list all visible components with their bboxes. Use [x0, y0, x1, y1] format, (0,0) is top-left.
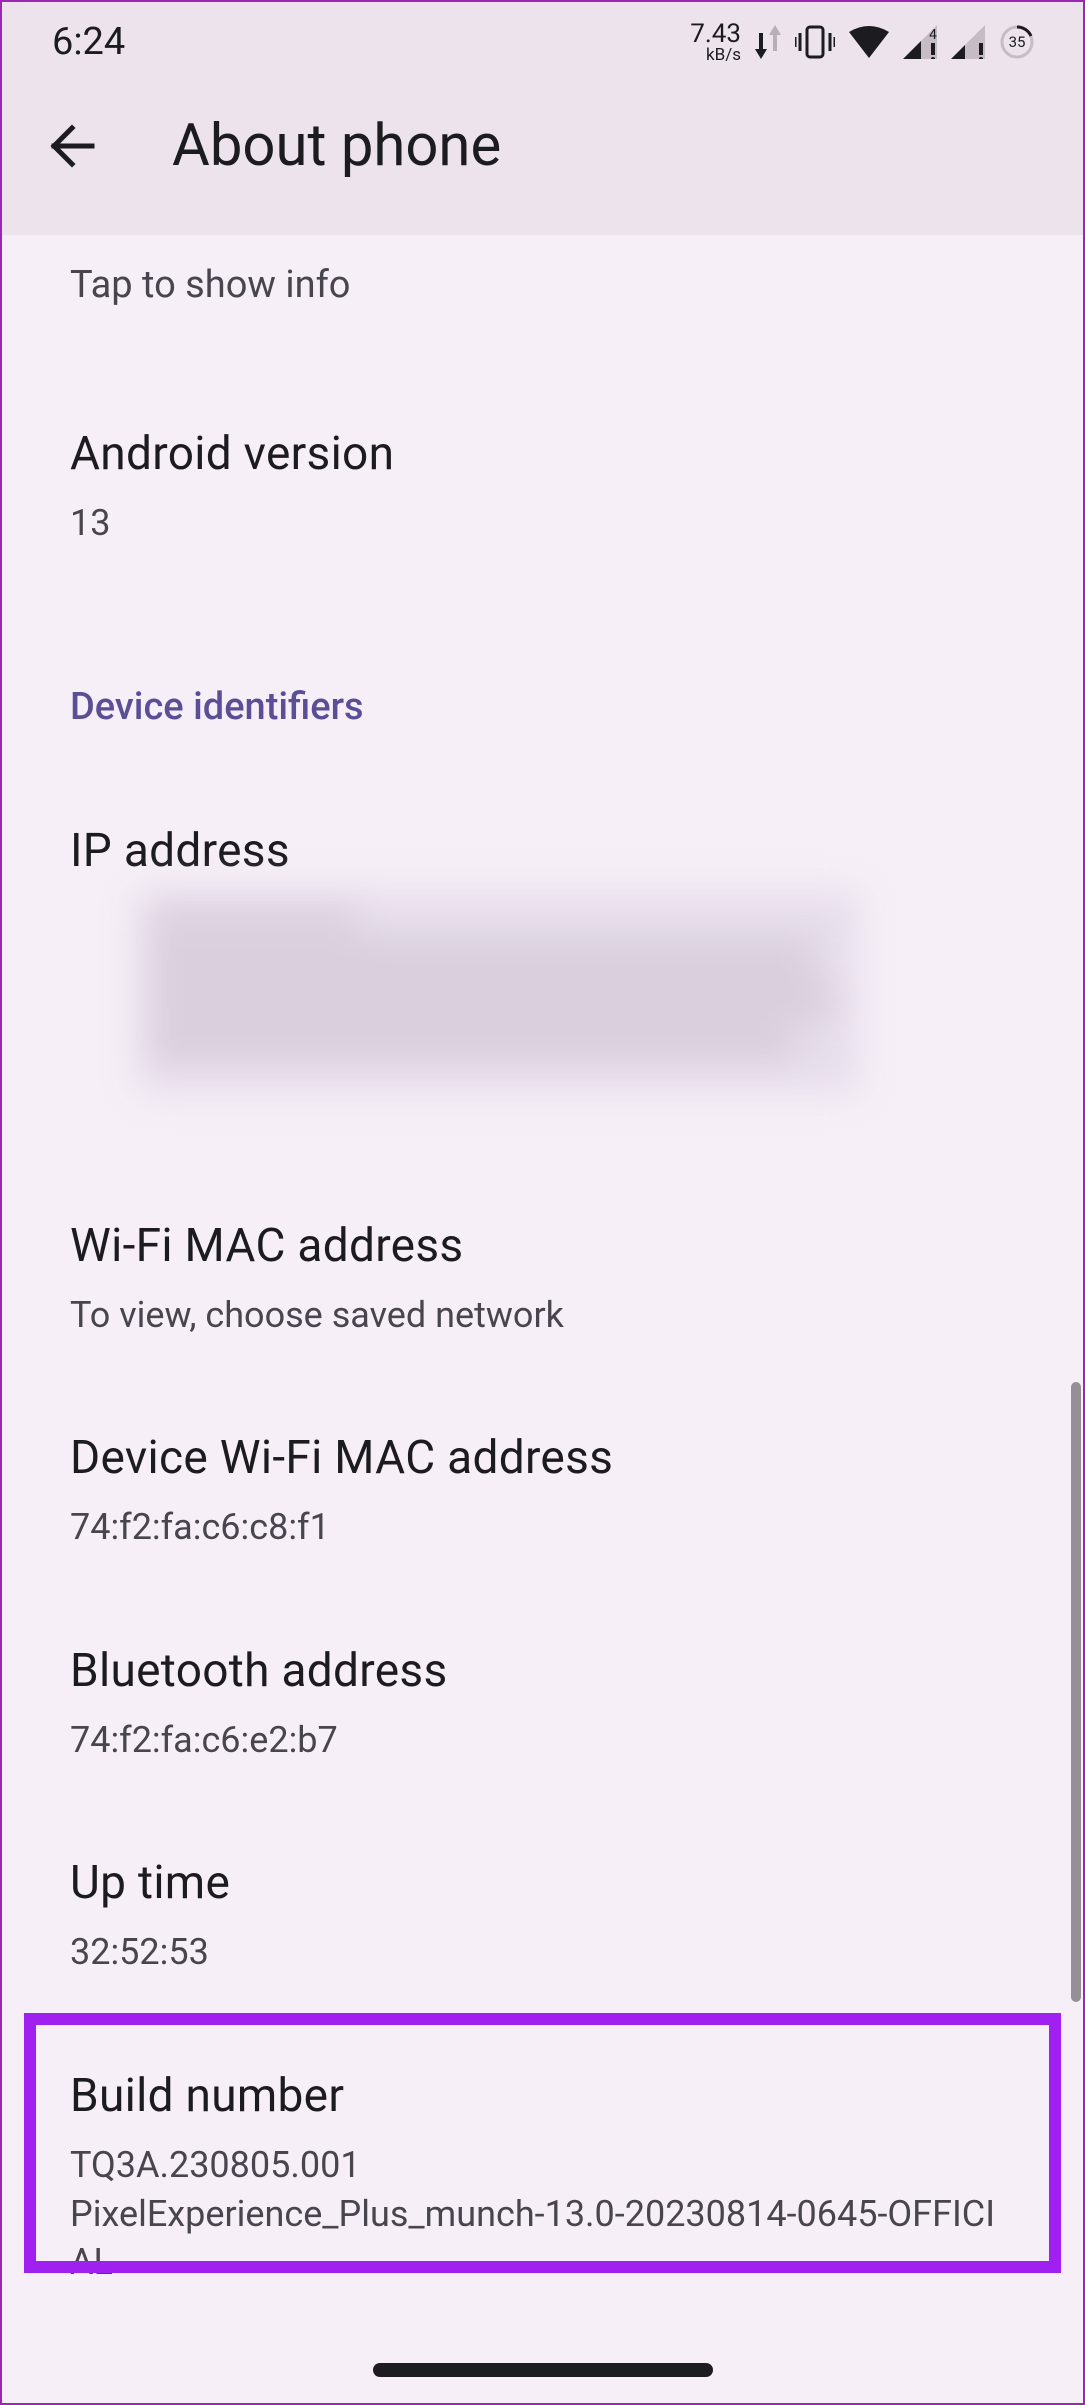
item-value: To view, choose saved network — [70, 1291, 1015, 1340]
back-button[interactable] — [42, 116, 102, 176]
status-bar: 6:24 7.43 kB/s 4 35 — [2, 2, 1083, 82]
svg-text:4: 4 — [929, 27, 937, 43]
page-title: About phone — [172, 112, 501, 180]
gesture-nav-handle[interactable] — [373, 2363, 713, 2377]
item-title: Android version — [70, 427, 1015, 481]
build-number-item[interactable]: Build number TQ3A.230805.001 PixelExperi… — [2, 1989, 1083, 2299]
item-value: 13 — [70, 499, 1015, 548]
wifi-mac-item[interactable]: Wi-Fi MAC address To view, choose saved … — [2, 1104, 1083, 1352]
device-identifiers-header: Device identifiers — [2, 560, 1083, 734]
item-title: Up time — [70, 1856, 1015, 1910]
device-wifi-mac-item[interactable]: Device Wi-Fi MAC address 74:f2:fa:c6:c8:… — [2, 1351, 1083, 1564]
item-title: Build number — [70, 2069, 1015, 2123]
uptime-item[interactable]: Up time 32:52:53 — [2, 1776, 1083, 1989]
network-speed-value: 7.43 — [690, 21, 741, 47]
item-value: 74:f2:fa:c6:c8:f1 — [70, 1503, 1015, 1552]
item-value: 74:f2:fa:c6:e2:b7 — [70, 1716, 1015, 1765]
status-icons: 7.43 kB/s 4 35 — [690, 21, 1035, 64]
scrollbar-thumb[interactable] — [1071, 1382, 1081, 2002]
ip-address-redacted — [138, 892, 858, 1092]
signal-sim1-icon: 4 — [903, 25, 937, 59]
bluetooth-address-item[interactable]: Bluetooth address 74:f2:fa:c6:e2:b7 — [2, 1564, 1083, 1777]
app-bar: About phone — [2, 82, 1083, 235]
wifi-icon — [849, 26, 889, 58]
battery-icon: 35 — [999, 24, 1035, 60]
android-version-item[interactable]: Android version 13 — [2, 307, 1083, 560]
item-value: TQ3A.230805.001 PixelExperience_Plus_mun… — [70, 2141, 1015, 2287]
signal-sim2-icon — [951, 25, 985, 59]
data-arrows-icon — [755, 25, 781, 59]
vibrate-icon — [795, 25, 835, 59]
item-title: Wi-Fi MAC address — [70, 1219, 1015, 1273]
status-time: 6:24 — [52, 20, 125, 64]
tap-to-show-info-hint[interactable]: Tap to show info — [2, 235, 1083, 307]
network-speed-indicator: 7.43 kB/s — [690, 21, 741, 64]
item-value: 32:52:53 — [70, 1928, 1015, 1977]
item-title: Device Wi-Fi MAC address — [70, 1431, 1015, 1485]
item-title: IP address — [70, 824, 1015, 878]
svg-text:35: 35 — [1009, 33, 1026, 51]
arrow-left-icon — [48, 122, 96, 170]
network-speed-unit: kB/s — [706, 47, 741, 64]
item-title: Bluetooth address — [70, 1644, 1015, 1698]
ip-address-item[interactable]: IP address — [2, 734, 1083, 1104]
